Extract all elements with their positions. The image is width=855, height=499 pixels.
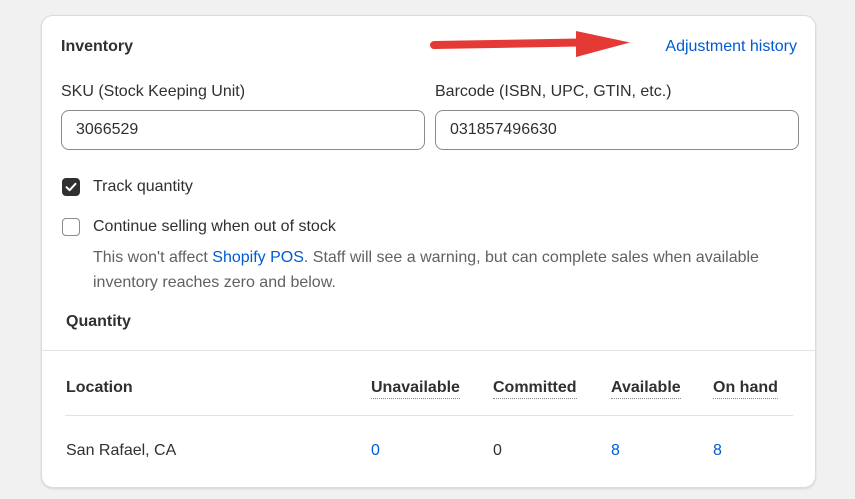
column-header-on-hand[interactable]: On hand (713, 379, 778, 399)
column-header-available[interactable]: Available (611, 379, 681, 399)
table-row-divider (65, 415, 793, 416)
track-quantity-checkbox[interactable] (62, 178, 80, 196)
shopify-pos-link[interactable]: Shopify POS (212, 249, 304, 266)
track-quantity-label: Track quantity (93, 178, 193, 195)
adjustment-history-link[interactable]: Adjustment history (665, 38, 797, 56)
cell-on-hand[interactable]: 8 (713, 442, 722, 460)
section-divider (42, 350, 815, 351)
continue-selling-checkbox[interactable] (62, 218, 80, 236)
column-header-location: Location (66, 379, 133, 396)
sku-input[interactable] (61, 110, 425, 150)
checkmark-icon (65, 182, 77, 192)
cell-available[interactable]: 8 (611, 442, 620, 460)
continue-selling-label: Continue selling when out of stock (93, 218, 336, 235)
continue-selling-help-text: This won't affect Shopify POS. Staff wil… (93, 245, 783, 295)
inventory-card: Inventory Adjustment history SKU (Stock … (41, 15, 816, 488)
sku-label: SKU (Stock Keeping Unit) (61, 83, 246, 100)
cell-committed: 0 (493, 442, 502, 459)
inventory-title: Inventory (61, 38, 134, 55)
track-quantity-row[interactable]: Track quantity (62, 178, 193, 196)
help-text-prefix: This won't affect (93, 249, 213, 266)
cell-unavailable[interactable]: 0 (371, 442, 380, 460)
barcode-label: Barcode (ISBN, UPC, GTIN, etc.) (435, 83, 672, 100)
continue-selling-row[interactable]: Continue selling when out of stock (62, 218, 336, 236)
column-header-committed[interactable]: Committed (493, 379, 577, 399)
cell-location: San Rafael, CA (66, 442, 177, 459)
quantity-title: Quantity (66, 313, 131, 330)
barcode-input[interactable] (435, 110, 799, 150)
arrow-right-icon (430, 31, 630, 57)
column-header-unavailable[interactable]: Unavailable (371, 379, 460, 399)
